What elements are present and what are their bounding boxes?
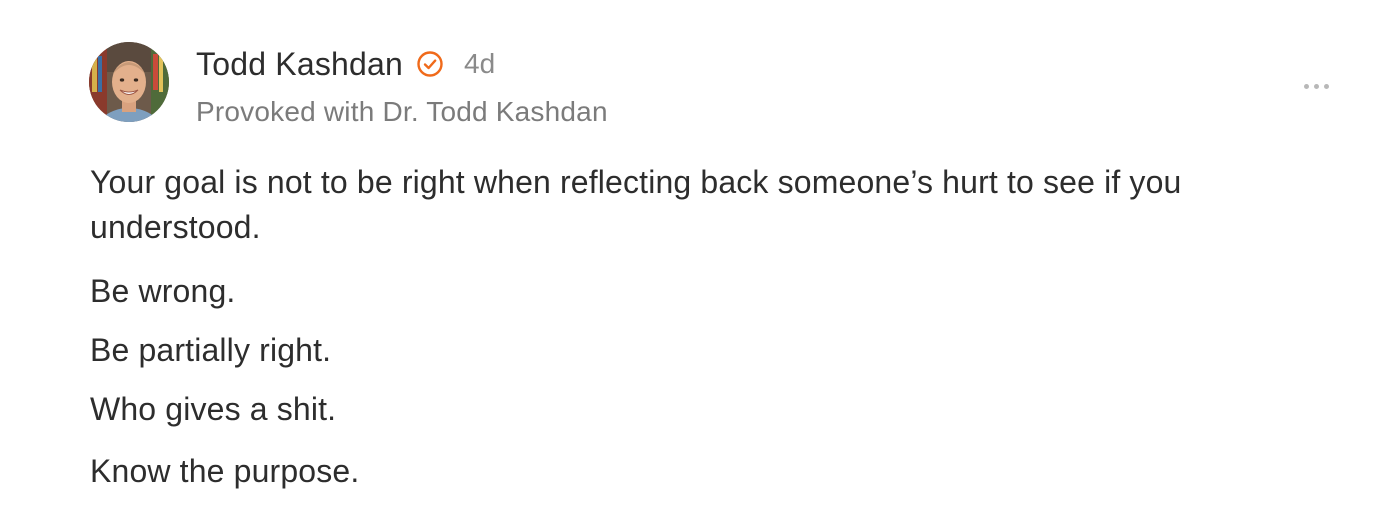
author-name[interactable]: Todd Kashdan [196, 46, 403, 83]
note-body: Your goal is not to be right when reflec… [90, 160, 1310, 494]
verified-check-icon [416, 50, 444, 78]
ellipsis-icon [1303, 83, 1309, 89]
note-paragraph: Be wrong. [90, 273, 236, 309]
note-paragraph: Be partially right. [90, 332, 332, 368]
author-row: Todd Kashdan 4d [196, 44, 608, 84]
note-paragraph: Know the purpose. [90, 453, 360, 489]
byline: Todd Kashdan 4d Provoked with Dr. Todd K… [196, 44, 608, 128]
more-options-button[interactable] [1296, 72, 1336, 100]
publication-name[interactable]: Provoked with Dr. Todd Kashdan [196, 96, 608, 128]
note-paragraph: Your goal is not to be right when reflec… [90, 164, 1182, 245]
author-avatar[interactable] [89, 42, 169, 122]
ellipsis-icon [1313, 83, 1319, 89]
avatar-photo [89, 42, 169, 122]
note-paragraph: Who gives a shit. [90, 391, 337, 427]
ellipsis-icon [1323, 83, 1329, 89]
note-card: Todd Kashdan 4d Provoked with Dr. Todd K… [0, 0, 1394, 510]
post-timestamp[interactable]: 4d [464, 48, 495, 80]
